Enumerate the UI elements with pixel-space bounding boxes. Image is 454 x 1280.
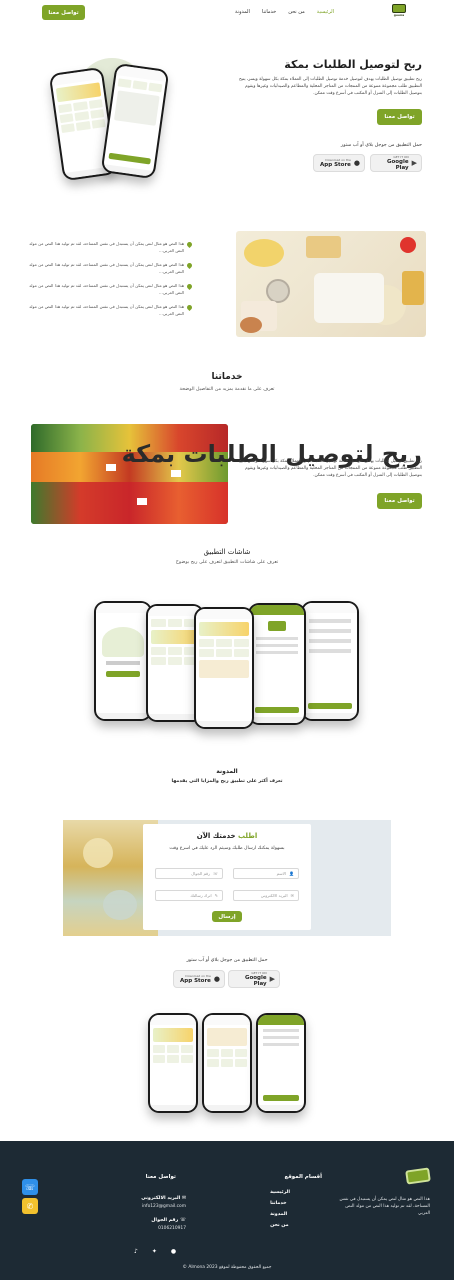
services-title: خدماتنا: [211, 372, 243, 382]
footer-link-blog[interactable]: المدونة: [270, 1212, 287, 1217]
screen-phone: [94, 601, 152, 721]
order-form-card: اطلب خدمتك الآن بسهولة يمكنك ارسال طلبك …: [143, 824, 311, 930]
hero-description: ربح تطبيق توصيل الطلبات يهدف لتوصيل خدمة…: [238, 77, 422, 96]
feature-item: هذا النص هو مثال لنص يمكن أن يستبدل في ن…: [24, 282, 194, 296]
google-play-button[interactable]: ▶ GET IT ON Google Play: [228, 970, 280, 988]
hero-contact-button[interactable]: تواصل معنا: [377, 109, 422, 125]
vegetables-image: [31, 424, 228, 524]
phone-value[interactable]: 0106210917: [151, 1226, 186, 1231]
site-footer: هذا النص هو مثال لنص يمكن أن يستبدل في ن…: [0, 1141, 454, 1280]
footer-sections-title: أقسام الموقع: [284, 1174, 322, 1180]
apple-icon: ●: [353, 159, 360, 167]
message-field[interactable]: ✎ اترك رسالتك: [155, 890, 223, 901]
hero-title: ربح لتوصيل الطلبات بمكة: [284, 58, 422, 71]
nav-services[interactable]: خدماتنا: [262, 9, 276, 15]
location-pin-icon: [185, 240, 194, 249]
feature-item: هذا النص هو مثال لنص يمكن أن يستبدل في ن…: [24, 240, 194, 254]
download-label: حمل التطبيق من جوجل بلاي أو آب ستور: [186, 958, 268, 963]
screen-phone-center: [194, 607, 254, 729]
footer-about: هذا النص هو مثال لنص يمكن أن يستبدل في ن…: [339, 1197, 430, 1216]
footer-email: ✉ البريد الالكتروني info123@gmail.com: [141, 1196, 186, 1209]
mail-icon: ✉: [290, 893, 294, 898]
screen-phone: [248, 603, 306, 725]
form-subtitle: بسهولة يمكنك ارسال طلبك وسيتم الرد عليك …: [169, 846, 285, 851]
hero-google-play-button[interactable]: ▶ GET IT ON Google Play: [370, 154, 422, 172]
footer-contact-title: تواصل معنا: [145, 1174, 176, 1180]
email-label: ✉ البريد الالكتروني: [141, 1196, 186, 1201]
float-chat-button[interactable]: ☏: [22, 1179, 38, 1195]
mail-icon: ✉: [181, 1196, 186, 1201]
hero-app-store-button[interactable]: ● Download on the App Store: [313, 154, 365, 172]
play-icon: ▶: [411, 159, 417, 167]
location-pin-icon: [185, 261, 194, 270]
header-contact-button[interactable]: تواصل معنا: [42, 5, 85, 20]
screens-title: شاشات التطبيق: [203, 548, 251, 556]
groceries-image: [236, 231, 426, 337]
tiktok-icon[interactable]: ♪: [134, 1248, 138, 1255]
screen-phone: [301, 601, 359, 721]
logo-text: geena: [393, 13, 405, 17]
phone-label: ☏ رقم الجوال: [151, 1218, 186, 1223]
nav-blog[interactable]: المدونة: [235, 9, 250, 15]
footer-link-home[interactable]: الرئيسية: [270, 1190, 290, 1195]
services-subtitle: تعرف على ما نقدمة بمزيد من التفاصيل الوض…: [179, 387, 275, 392]
footer-links: الرئيسية خدماتنا المدونة من نحن: [270, 1190, 290, 1228]
feature-item: هذا النص هو مثال لنص يمكن أن يستبدل في ن…: [24, 261, 194, 275]
nav-about[interactable]: من نحن: [288, 9, 305, 15]
screens-subtitle: تعرف على شاشات التطبيق لتعرف على ربح بوض…: [175, 560, 279, 565]
form-title: اطلب خدمتك الآن: [196, 832, 258, 840]
name-field[interactable]: 👤 الاسم: [233, 868, 299, 879]
service-contact-button[interactable]: تواصل معنا: [377, 493, 422, 509]
location-pin-icon: [185, 303, 194, 312]
social-links: ♪ ✦ ●: [134, 1248, 176, 1255]
whatsapp-icon: ✆: [26, 1201, 34, 1211]
logo-icon: [392, 4, 406, 13]
location-pin-icon: [185, 282, 194, 291]
phone-icon: ☏: [180, 1218, 186, 1223]
phone-icon: ☏: [212, 871, 218, 876]
features-list: هذا النص هو مثال لنص يمكن أن يستبدل في ن…: [24, 240, 194, 317]
email-value[interactable]: info123@gmail.com: [141, 1204, 186, 1209]
download-phone: [148, 1013, 198, 1113]
nav-home[interactable]: الرئيسية: [317, 9, 334, 15]
user-icon: 👤: [289, 871, 294, 876]
message-icon: ✎: [214, 893, 218, 898]
blog-title: المدونة: [216, 768, 238, 775]
hero-download-label: حمل التطبيق من جوجل بلاي أو آب ستور: [340, 143, 422, 148]
apple-icon: ●: [213, 975, 220, 983]
twitter-icon[interactable]: ✦: [152, 1248, 157, 1255]
chat-icon: ☏: [25, 1182, 36, 1192]
submit-button[interactable]: إرسال: [212, 911, 242, 922]
logo[interactable]: geena: [389, 4, 409, 20]
download-phone: [256, 1013, 306, 1113]
footer-logo[interactable]: [400, 1167, 431, 1187]
blog-subtitle: تعرف أكثر على تطبيق ربح والمزايا التي يق…: [171, 779, 283, 784]
float-contact-button[interactable]: ✆: [22, 1198, 38, 1214]
footer-phone: ☏ رقم الجوال 0106210917: [151, 1218, 186, 1231]
logo-icon: [405, 1167, 431, 1185]
email-field[interactable]: ✉ البريد الالكتروني: [233, 890, 299, 901]
phone-field[interactable]: ☏ رقم الجوال: [155, 868, 223, 879]
download-phone: [202, 1013, 252, 1113]
main-nav: الرئيسية من نحن خدماتنا المدونة: [235, 9, 334, 15]
app-store-button[interactable]: ● Download on the App Store: [173, 970, 225, 988]
service-card-description: ربح تطبيق توصيل الطلبات يهدف لتوصيل خدمة…: [238, 459, 422, 478]
footer-link-about[interactable]: من نحن: [270, 1223, 289, 1228]
feature-item: هذا النص هو مثال لنص يمكن أن يستبدل في ن…: [24, 303, 194, 317]
play-icon: ▶: [269, 975, 275, 983]
copyright: جميع الحقوق محفوظة لموقع Almona 2023 ©: [182, 1265, 272, 1270]
facebook-icon[interactable]: ●: [171, 1248, 176, 1255]
footer-link-services[interactable]: خدماتنا: [270, 1201, 287, 1206]
